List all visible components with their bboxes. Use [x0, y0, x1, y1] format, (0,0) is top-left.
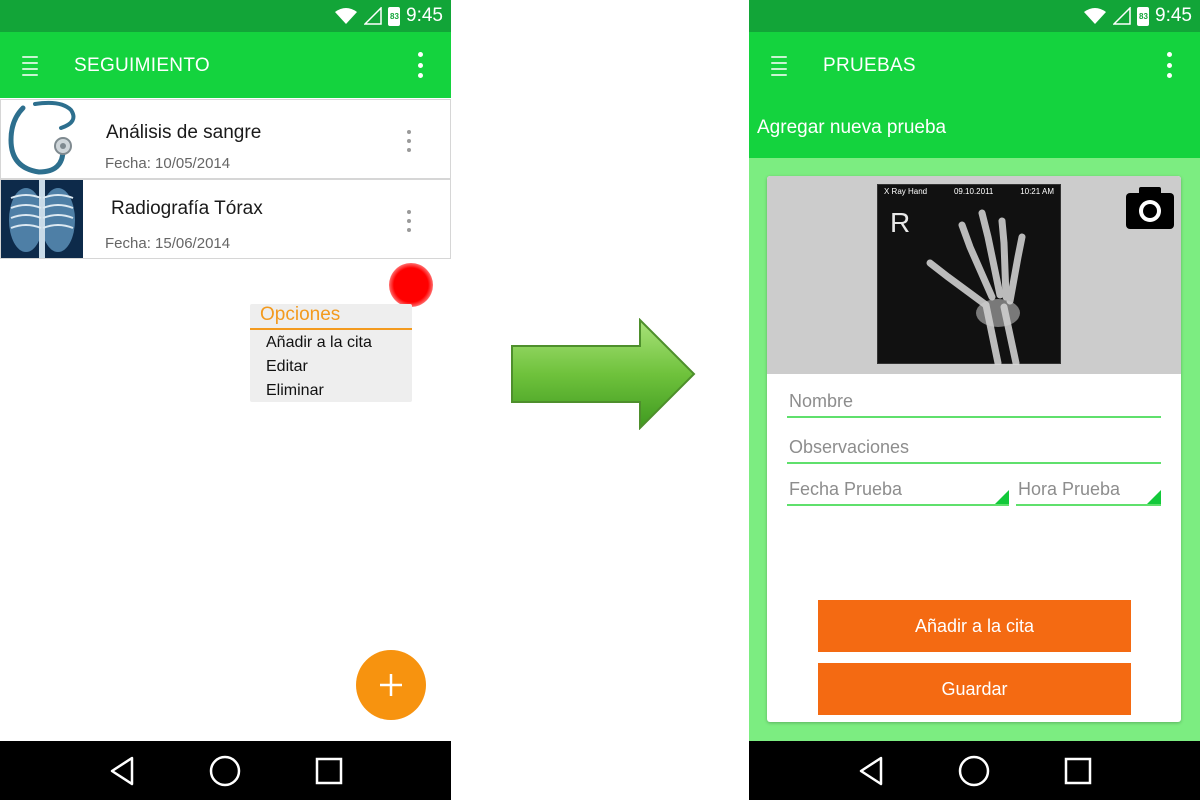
- context-menu-divider: [250, 328, 412, 330]
- photo-area: X Ray Hand 09.10.2011 10:21 AM R: [767, 176, 1181, 374]
- touch-indicator: [389, 263, 433, 307]
- sub-header-title: Agregar nueva prueba: [757, 117, 947, 138]
- transition-arrow: [511, 318, 696, 430]
- recents-icon: [1064, 757, 1092, 784]
- nombre-field[interactable]: Nombre: [787, 388, 1161, 418]
- camera-button[interactable]: [1125, 184, 1175, 230]
- item-title: Análisis de sangre: [106, 122, 262, 143]
- fecha-prueba-spinner[interactable]: Fecha Prueba: [787, 476, 1009, 506]
- overflow-menu-icon[interactable]: [417, 52, 423, 78]
- context-menu: Opciones Añadir a la cita Editar Elimina…: [250, 304, 412, 402]
- app-title: PRUEBAS: [823, 55, 916, 76]
- status-bar: 83 9:45: [749, 0, 1200, 32]
- save-button[interactable]: Guardar: [818, 663, 1131, 715]
- battery-icon: 83: [388, 6, 401, 26]
- home-icon: [959, 755, 990, 786]
- list-item[interactable]: Radiografía Tórax Fecha: 15/06/2014: [0, 179, 451, 259]
- hand-xray-image: X Ray Hand 09.10.2011 10:21 AM R: [877, 184, 1061, 365]
- dropdown-corner-icon: [1147, 490, 1161, 504]
- menu-item-edit[interactable]: Editar: [266, 358, 308, 376]
- item-title: Radiografía Tórax: [111, 198, 263, 219]
- navigation-bar: [749, 741, 1200, 800]
- recents-icon: [315, 757, 343, 784]
- home-button[interactable]: [956, 753, 992, 789]
- item-more-icon[interactable]: [407, 210, 412, 232]
- add-to-appointment-button[interactable]: Añadir a la cita: [818, 600, 1131, 652]
- item-date: Fecha: 10/05/2014: [105, 155, 231, 172]
- hamburger-menu-icon[interactable]: [22, 56, 38, 76]
- menu-item-delete[interactable]: Eliminar: [266, 382, 324, 400]
- back-icon: [110, 756, 134, 785]
- back-icon: [859, 756, 883, 785]
- recents-button[interactable]: [311, 753, 347, 789]
- home-icon: [210, 755, 241, 786]
- chest-xray-image: [1, 180, 83, 258]
- status-icons: 83 9:45: [1083, 4, 1192, 28]
- form-card: X Ray Hand 09.10.2011 10:21 AM R Nombre …: [767, 176, 1181, 722]
- sub-header: Agregar nueva prueba: [749, 98, 1200, 158]
- hora-placeholder: Hora Prueba: [1018, 479, 1121, 499]
- observaciones-placeholder: Observaciones: [789, 437, 910, 457]
- overflow-menu-icon[interactable]: [1166, 52, 1172, 78]
- back-button[interactable]: [853, 753, 889, 789]
- menu-item-add-to-appointment[interactable]: Añadir a la cita: [266, 334, 372, 352]
- app-bar: PRUEBAS: [749, 32, 1200, 98]
- nombre-placeholder: Nombre: [789, 391, 854, 411]
- hand-bones-drawing: [926, 209, 1026, 365]
- camera-icon: [1126, 187, 1174, 229]
- wifi-icon: [335, 8, 358, 24]
- app-title: SEGUIMIENTO: [74, 55, 210, 76]
- status-time: 9:45: [406, 5, 443, 26]
- dropdown-corner-icon: [995, 490, 1009, 504]
- form-background: X Ray Hand 09.10.2011 10:21 AM R Nombre …: [749, 158, 1200, 741]
- phone-pruebas: 83 9:45 PRUEBAS Agregar nueva prueba X R…: [749, 0, 1200, 800]
- navigation-bar: [0, 741, 451, 800]
- plus-icon: [380, 674, 402, 696]
- signal-icon: [364, 7, 382, 25]
- context-menu-title: Opciones: [260, 304, 341, 325]
- status-bar: 83 9:45: [0, 0, 451, 32]
- observaciones-field[interactable]: Observaciones: [787, 434, 1161, 464]
- item-date: Fecha: 15/06/2014: [105, 235, 231, 252]
- battery-icon: 83: [1137, 6, 1150, 26]
- signal-icon: [1113, 7, 1131, 25]
- home-button[interactable]: [207, 753, 243, 789]
- status-icons: 83 9:45: [334, 4, 443, 28]
- app-bar: SEGUIMIENTO: [0, 32, 451, 98]
- hora-prueba-spinner[interactable]: Hora Prueba: [1016, 476, 1161, 506]
- list-item[interactable]: Análisis de sangre Fecha: 10/05/2014: [0, 99, 451, 179]
- status-time: 9:45: [1155, 5, 1192, 26]
- phone-seguimiento: 83 9:45 SEGUIMIENTO Análisis de sangre F…: [0, 0, 451, 800]
- stethoscope-icon: [1, 100, 83, 178]
- canvas: 83 9:45 SEGUIMIENTO Análisis de sangre F…: [0, 0, 1200, 800]
- item-more-icon[interactable]: [407, 130, 412, 152]
- add-fab-button[interactable]: [356, 650, 426, 720]
- recents-button[interactable]: [1060, 753, 1096, 789]
- back-button[interactable]: [104, 753, 140, 789]
- wifi-icon: [1084, 8, 1107, 24]
- hamburger-menu-icon[interactable]: [771, 56, 787, 76]
- fecha-placeholder: Fecha Prueba: [789, 479, 903, 499]
